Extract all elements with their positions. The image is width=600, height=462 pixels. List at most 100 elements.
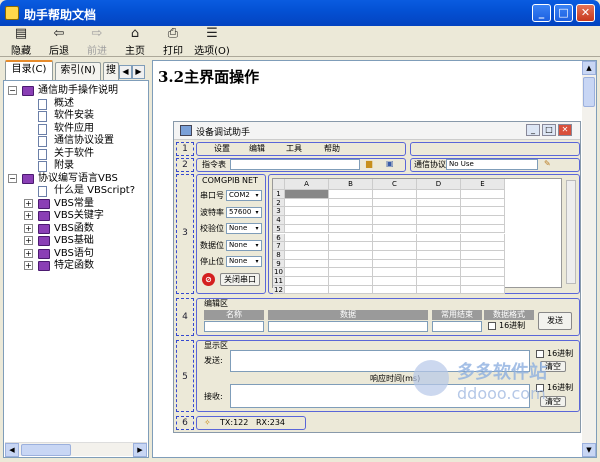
tree-item-label: VBS常量	[54, 197, 94, 209]
tab-scroll-right-icon[interactable]: ▶	[132, 65, 145, 79]
grid-cell	[329, 242, 373, 251]
back-button[interactable]: ⇦ 后退	[44, 26, 74, 58]
grid-cell	[373, 190, 417, 199]
save-icon: ▣	[386, 159, 394, 168]
expand-icon[interactable]: +	[24, 198, 33, 208]
hide-button[interactable]: ▤ 隐藏	[6, 27, 36, 58]
scroll-thumb[interactable]	[21, 444, 71, 456]
home-button[interactable]: ⌂ 主页	[120, 26, 150, 58]
grid-cell	[417, 190, 461, 199]
grid-row-header: 10	[273, 268, 285, 277]
command-table-input	[230, 159, 360, 170]
expand-icon[interactable]: +	[24, 261, 33, 270]
hex-label: 16进制	[499, 321, 526, 330]
grid-cell	[329, 259, 373, 269]
forward-button[interactable]: ⇨ 前进	[82, 27, 112, 58]
grid-cell	[373, 233, 417, 243]
tab-index[interactable]: 索引(N)	[55, 62, 101, 80]
grid-row-header: 2	[273, 198, 285, 208]
maximize-button[interactable]: □	[554, 4, 573, 22]
port-field-select: COM2 ▾	[226, 190, 262, 201]
grid-cell	[461, 259, 505, 269]
grid-cell	[461, 268, 505, 277]
book-icon	[38, 248, 50, 259]
grid-column-header: E	[461, 179, 505, 190]
grid-row-header: 9	[273, 259, 285, 269]
grid-cell	[461, 207, 505, 217]
scroll-left-icon[interactable]: ◀	[5, 443, 19, 457]
grid-cell	[373, 242, 417, 251]
marker-2-label: 2	[182, 160, 188, 170]
collapse-icon[interactable]: −	[8, 86, 17, 95]
scroll-right-icon[interactable]: ▶	[133, 443, 147, 457]
content-scroll-thumb[interactable]	[583, 77, 595, 107]
grid-cell	[285, 277, 329, 286]
grid-cell	[417, 277, 461, 286]
dropdown-arrow-icon: ▾	[255, 241, 259, 249]
grid-column-header: A	[285, 179, 329, 190]
inner-window-title: 设备调试助手	[196, 128, 251, 138]
title-bar: 助手帮助文档 _ □ ✕	[0, 0, 600, 26]
page-icon	[38, 123, 47, 135]
tab-scroll-left-icon[interactable]: ◀	[119, 65, 132, 79]
grid-cell	[285, 259, 329, 269]
edit-end-input	[432, 321, 482, 332]
edit-area-label: 编辑区	[204, 299, 228, 308]
content-pane: 3.2主界面操作 设备调试助手 _ □ ✕ 1 设置 编辑 工具 帮助 2 指令…	[152, 60, 597, 458]
inner-maximize-icon: □	[542, 124, 556, 136]
marker-6-label: 6	[182, 418, 188, 428]
grid-column-header: B	[329, 179, 373, 190]
collapse-icon[interactable]: −	[8, 173, 17, 183]
page-icon	[38, 111, 47, 122]
content-vertical-scrollbar[interactable]: ▲ ▼	[582, 61, 596, 457]
tab-search[interactable]: 搜	[103, 62, 119, 80]
page-heading: 3.2主界面操作	[158, 68, 260, 86]
tree-item-label: VBS关键字	[54, 210, 104, 221]
grid-cell	[373, 224, 417, 234]
grid-cell	[329, 207, 373, 217]
expand-icon[interactable]: +	[24, 223, 33, 233]
scroll-down-icon[interactable]: ▼	[582, 443, 596, 457]
print-button[interactable]: ⎙ 打印	[158, 27, 188, 58]
port-field-select: None ▾	[226, 223, 262, 234]
close-button[interactable]: ✕	[576, 4, 595, 22]
home-icon: ⌂	[130, 26, 140, 41]
tab-contents[interactable]: 目录(C)	[5, 60, 53, 81]
expand-icon[interactable]: +	[24, 211, 33, 220]
port-field-label: 停止位	[200, 257, 224, 266]
book-icon	[38, 198, 50, 209]
grid-cell	[285, 242, 329, 251]
grid-cell	[329, 285, 373, 295]
grid-cell	[417, 242, 461, 251]
grid-cell	[285, 285, 329, 295]
watermark-logo	[413, 360, 449, 396]
grid-cell	[417, 259, 461, 269]
marker-5-label: 5	[182, 372, 188, 382]
grid-cell	[373, 259, 417, 269]
tree-item-label: 附录	[54, 160, 74, 171]
grid-vscroll	[566, 180, 576, 284]
book-icon	[22, 173, 34, 184]
tree-item-label: 协议编写语言VBS	[38, 172, 118, 184]
book-icon	[38, 223, 50, 234]
minimize-button[interactable]: _	[532, 4, 551, 22]
grid-cell	[461, 277, 505, 286]
options-button[interactable]: ☰ 选项(O)	[192, 27, 232, 58]
grid-cell	[285, 190, 329, 199]
inner-title-bar: 设备调试助手 _ □ ✕	[174, 122, 580, 140]
scroll-up-icon[interactable]: ▲	[582, 61, 596, 75]
expand-icon[interactable]: +	[24, 236, 33, 245]
dropdown-arrow-icon: ▾	[255, 192, 259, 199]
grid-row-header: 5	[273, 224, 285, 234]
tree-horizontal-scrollbar[interactable]: ◀ ▶	[5, 442, 147, 457]
tree-item-label: 通信协议设置	[54, 135, 114, 146]
display-area-label: 显示区	[204, 341, 228, 350]
inner-minimize-icon: _	[526, 124, 540, 136]
edit-header-format: 数据格式	[484, 310, 534, 320]
grid-row-header: 4	[273, 216, 285, 225]
back-arrow-icon: ⇦	[53, 26, 65, 41]
grid-row-header: 3	[273, 207, 285, 217]
protocol-input: No Use	[446, 159, 538, 170]
grid-cell	[461, 285, 505, 295]
expand-icon[interactable]: +	[24, 248, 33, 258]
